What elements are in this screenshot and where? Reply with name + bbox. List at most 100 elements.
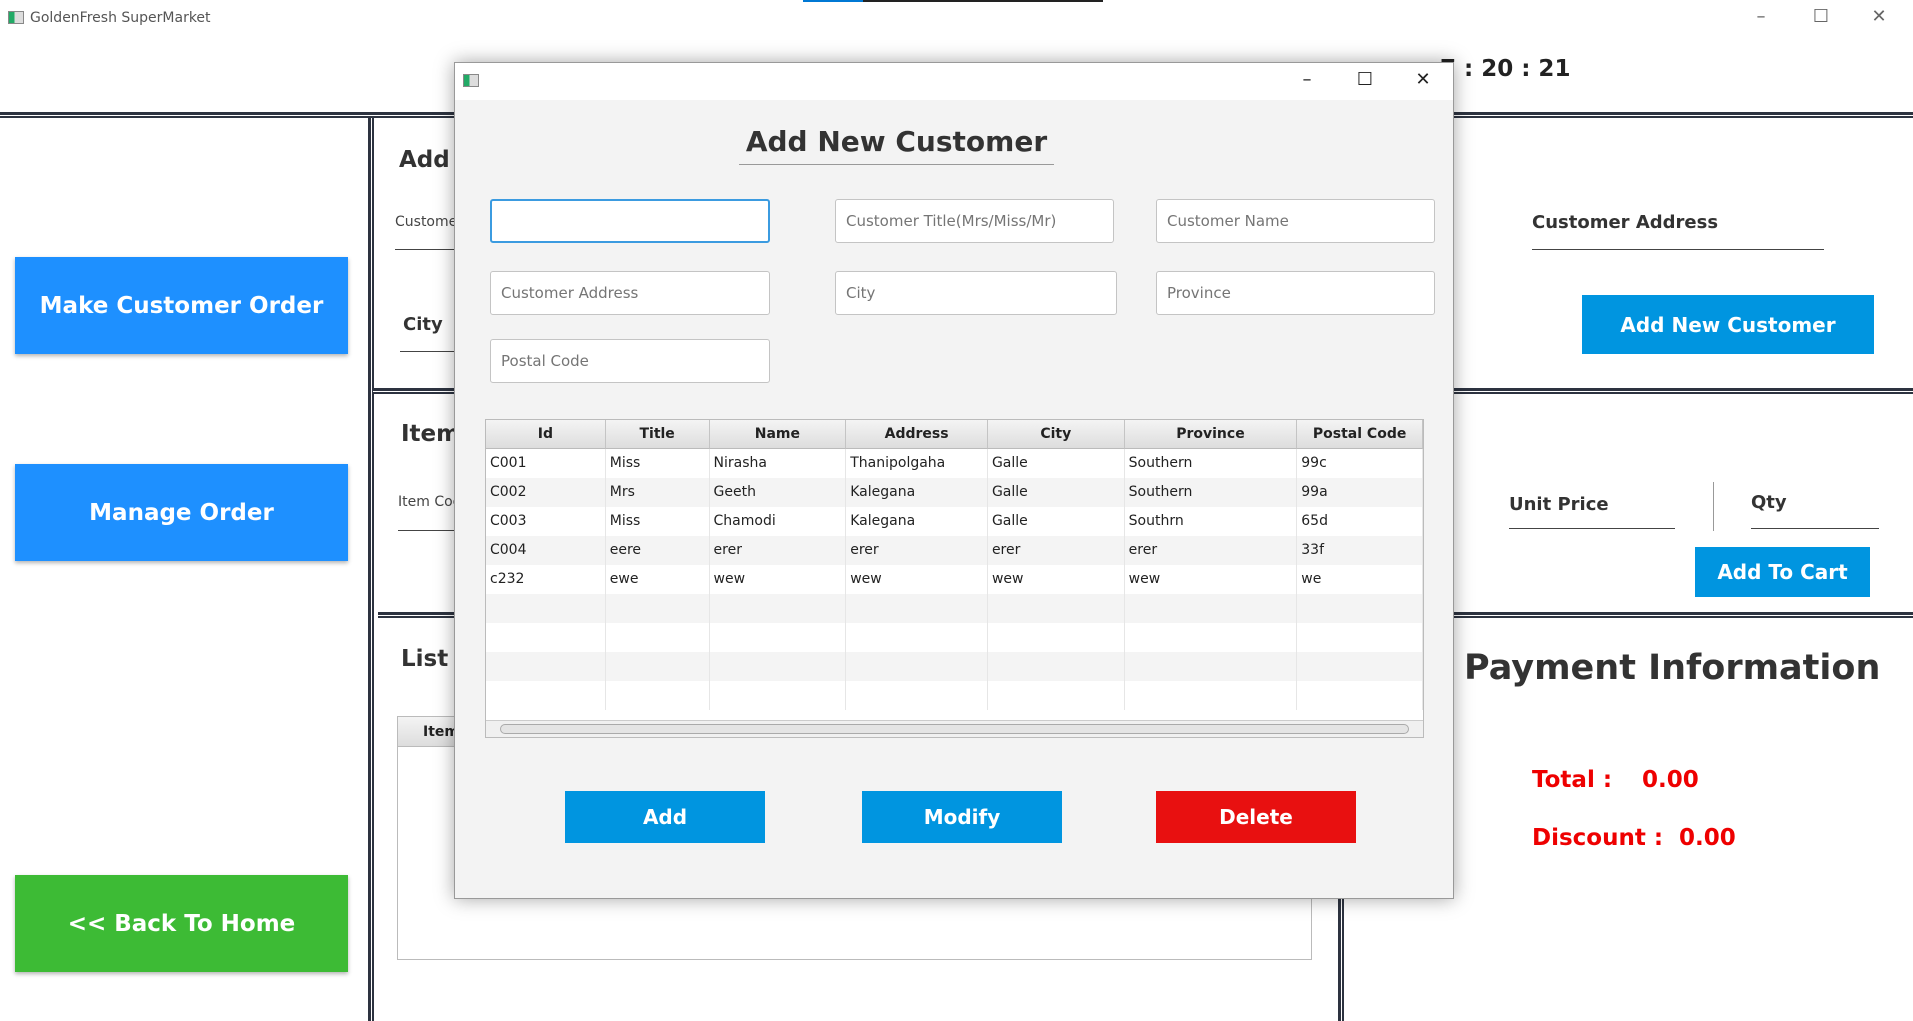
table-cell: Southrn: [1125, 507, 1298, 536]
qty-label: Qty: [1751, 492, 1787, 513]
table-cell: Galle: [988, 507, 1125, 536]
table-cell: [1125, 681, 1298, 710]
table-cell: [988, 594, 1125, 623]
table-cell: C003: [486, 507, 606, 536]
underline: [1532, 249, 1824, 250]
table-cell: Geeth: [710, 478, 847, 507]
table-header: Id Title Name Address City Province Postal Cod…: [486, 420, 1423, 449]
table-cell: Thanipolgaha: [846, 449, 988, 478]
column-header[interactable]: Postal Code: [1297, 420, 1423, 449]
underline: [1751, 528, 1879, 529]
table-cell: Galle: [988, 478, 1125, 507]
table-cell: [710, 594, 847, 623]
table-cell: C002: [486, 478, 606, 507]
empty-row: [486, 652, 1423, 681]
back-to-home-button[interactable]: << Back To Home: [15, 875, 348, 972]
table-cell: [1297, 652, 1423, 681]
underline: [1509, 528, 1675, 529]
dialog-maximize-button[interactable]: ☐: [1350, 69, 1380, 90]
add-button[interactable]: Add: [565, 791, 765, 843]
table-cell: Nirasha: [710, 449, 847, 478]
table-cell: Mrs: [606, 478, 710, 507]
table-cell: [1125, 623, 1298, 652]
taskbar-indicator: [803, 0, 1103, 2]
customer-table[interactable]: Id Title Name Address City Province Postal Cod…: [485, 419, 1424, 738]
table-cell: Miss: [606, 449, 710, 478]
table-row[interactable]: C003 Miss Chamodi Kalegana Galle Southrn 65d: [486, 507, 1423, 536]
table-cell: [606, 681, 710, 710]
table-cell: Southern: [1125, 478, 1298, 507]
table-cell: 65d: [1297, 507, 1423, 536]
postal-code-input[interactable]: [490, 339, 770, 383]
modify-button[interactable]: Modify: [862, 791, 1062, 843]
table-cell: [1297, 594, 1423, 623]
column-header[interactable]: Name: [709, 420, 847, 449]
dialog-title-bar: – ☐ ✕: [455, 63, 1453, 100]
city-label: City: [403, 314, 443, 335]
table-cell: erer: [1125, 536, 1298, 565]
table-cell: [1125, 594, 1298, 623]
table-cell: c232: [486, 565, 606, 594]
horizontal-scrollbar[interactable]: [486, 720, 1423, 737]
table-cell: wew: [1125, 565, 1298, 594]
maximize-button[interactable]: ☐: [1806, 6, 1836, 27]
separator: [1713, 482, 1714, 531]
table-cell: Galle: [988, 449, 1125, 478]
customer-title-input[interactable]: [835, 199, 1114, 243]
column-header[interactable]: Id: [486, 420, 606, 449]
table-cell: Chamodi: [710, 507, 847, 536]
table-cell: wew: [846, 565, 988, 594]
table-cell: [486, 623, 606, 652]
column-header[interactable]: Title: [605, 420, 710, 449]
customer-id-label: Custome: [395, 214, 458, 230]
table-cell: [1297, 681, 1423, 710]
table-cell: erer: [988, 536, 1125, 565]
customer-address-input[interactable]: [490, 271, 770, 315]
table-cell: 99a: [1297, 478, 1423, 507]
table-cell: 33f: [1297, 536, 1423, 565]
table-cell: [846, 623, 988, 652]
table-row[interactable]: C004 eere erer erer erer erer 33f: [486, 536, 1423, 565]
dialog-heading: Add New Customer: [739, 125, 1054, 165]
scrollbar-thumb[interactable]: [500, 724, 1409, 734]
table-row[interactable]: C001 Miss Nirasha Thanipolgaha Galle Southern…: [486, 449, 1423, 478]
city-input[interactable]: [835, 271, 1117, 315]
table-cell: [988, 652, 1125, 681]
dialog-close-button[interactable]: ✕: [1408, 69, 1438, 90]
table-cell: [846, 652, 988, 681]
make-customer-order-button[interactable]: Make Customer Order: [15, 257, 348, 354]
add-new-customer-button[interactable]: Add New Customer: [1582, 295, 1874, 354]
customer-id-input[interactable]: [490, 199, 770, 243]
customer-name-input[interactable]: [1156, 199, 1435, 243]
close-button[interactable]: ✕: [1864, 6, 1894, 27]
item-section-heading: Item: [401, 421, 461, 447]
minimize-button[interactable]: –: [1746, 6, 1776, 27]
column-header[interactable]: Address: [846, 420, 988, 449]
table-cell: eere: [606, 536, 710, 565]
table-cell: [1297, 623, 1423, 652]
discount-label: Discount :: [1532, 825, 1664, 851]
app-icon: [8, 11, 24, 24]
dialog-minimize-button[interactable]: –: [1292, 69, 1322, 90]
empty-row: [486, 623, 1423, 652]
table-row[interactable]: c232 ewe wew wew wew wew we: [486, 565, 1423, 594]
table-cell: erer: [846, 536, 988, 565]
table-cell: erer: [710, 536, 847, 565]
table-cell: [486, 594, 606, 623]
column-header[interactable]: Province: [1124, 420, 1298, 449]
divider: [368, 118, 374, 1021]
table-cell: [1125, 652, 1298, 681]
table-cell: [486, 652, 606, 681]
table-cell: [606, 594, 710, 623]
province-input[interactable]: [1156, 271, 1435, 315]
table-row[interactable]: C002 Mrs Geeth Kalegana Galle Southern 99a: [486, 478, 1423, 507]
table-cell: [606, 652, 710, 681]
add-to-cart-button[interactable]: Add To Cart: [1695, 547, 1870, 597]
column-header[interactable]: City: [987, 420, 1125, 449]
customer-address-label: Customer Address: [1532, 212, 1719, 233]
dialog-icon: [463, 74, 479, 87]
add-customer-dialog: – ☐ ✕ Add New Customer IdTitleNameAddres…: [454, 62, 1454, 899]
table-cell: wew: [988, 565, 1125, 594]
delete-button[interactable]: Delete: [1156, 791, 1356, 843]
manage-order-button[interactable]: Manage Order: [15, 464, 348, 561]
